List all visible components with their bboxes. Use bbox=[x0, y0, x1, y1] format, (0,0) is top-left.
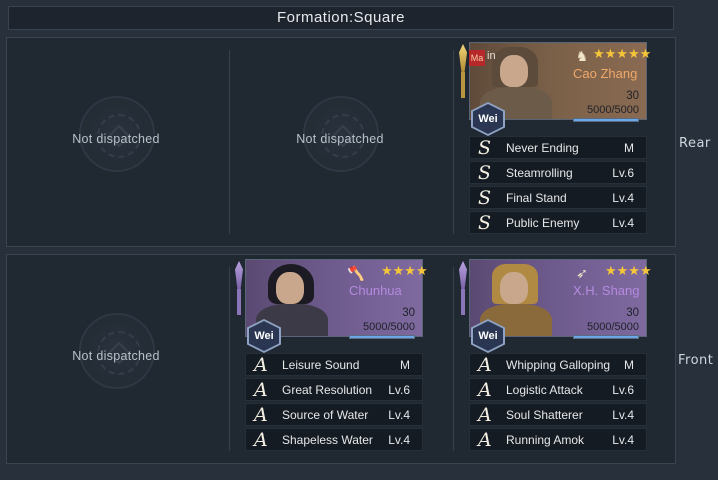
slot-divider bbox=[229, 267, 230, 451]
front-row-panel: Not dispatched 🪓 ★★★★ Chunhua 30 5000/50… bbox=[6, 254, 676, 464]
faction-label: Wei bbox=[473, 321, 503, 351]
formation-title: Formation:Square bbox=[8, 6, 674, 30]
star-rating: ★★★★ bbox=[605, 263, 652, 278]
faction-label: Wei bbox=[473, 104, 503, 134]
archer-icon: ➶ bbox=[576, 265, 588, 281]
slot-divider bbox=[453, 267, 454, 451]
skill-name: Leisure Sound bbox=[282, 358, 360, 372]
empty-slot-text: Not dispatched bbox=[296, 132, 384, 146]
skill-level: M bbox=[400, 358, 410, 372]
skill-level: M bbox=[624, 358, 634, 372]
skill-row[interactable]: S Final Stand Lv.4 bbox=[469, 186, 647, 209]
skill-grade: A bbox=[478, 379, 492, 401]
main-general-tag-text: in bbox=[487, 50, 496, 62]
skill-grade: S bbox=[478, 162, 492, 184]
skill-list: A Whipping Galloping M A Logistic Attack Lv.… bbox=[469, 353, 647, 453]
general-name: Chunhua bbox=[349, 283, 402, 298]
skill-level: Lv.6 bbox=[612, 383, 634, 397]
skill-name: Source of Water bbox=[282, 408, 369, 422]
skill-name: Public Enemy bbox=[506, 216, 580, 230]
skill-row[interactable]: A Running Amok Lv.4 bbox=[469, 428, 647, 451]
skill-row[interactable]: A Shapeless Water Lv.4 bbox=[245, 428, 423, 451]
skill-grade: A bbox=[254, 379, 268, 401]
row-label-front: Front bbox=[678, 353, 714, 368]
skill-name: Running Amok bbox=[506, 433, 585, 447]
general-level: 30 bbox=[626, 307, 639, 319]
skill-grade: A bbox=[254, 354, 268, 376]
skill-level: M bbox=[624, 141, 634, 155]
skill-row[interactable]: S Steamrolling Lv.6 bbox=[469, 161, 647, 184]
general-card-cao-zhang[interactable]: Ma in ♞ ★★★★★ Cao Zhang 30 5000/5000 Wei… bbox=[455, 42, 651, 252]
skill-row[interactable]: A Leisure Sound M bbox=[245, 353, 423, 376]
slot-divider bbox=[229, 50, 230, 234]
general-level: 30 bbox=[626, 90, 639, 102]
skill-level: Lv.4 bbox=[388, 408, 410, 422]
general-name: Cao Zhang bbox=[573, 66, 638, 81]
skill-row[interactable]: A Whipping Galloping M bbox=[469, 353, 647, 376]
skill-name: Shapeless Water bbox=[282, 433, 373, 447]
general-troops: 5000/5000 bbox=[587, 321, 639, 333]
star-rating: ★★★★★ bbox=[593, 46, 652, 61]
general-card-xh-shang[interactable]: ➶ ★★★★ X.H. Shang 30 5000/5000 Wei A Whip… bbox=[455, 259, 652, 469]
skill-grade: S bbox=[478, 137, 492, 159]
skill-name: Logistic Attack bbox=[506, 383, 583, 397]
skill-level: Lv.4 bbox=[612, 408, 634, 422]
skill-row[interactable]: A Source of Water Lv.4 bbox=[245, 403, 423, 426]
skill-grade: A bbox=[254, 404, 268, 426]
star-rating: ★★★★ bbox=[381, 263, 428, 278]
skill-row[interactable]: A Great Resolution Lv.6 bbox=[245, 378, 423, 401]
skill-name: Never Ending bbox=[506, 141, 579, 155]
skill-grade: A bbox=[478, 354, 492, 376]
general-card-chunhua[interactable]: 🪓 ★★★★ Chunhua 30 5000/5000 Wei A Leisure… bbox=[231, 259, 428, 469]
slot-divider bbox=[453, 50, 454, 234]
skill-grade: A bbox=[478, 404, 492, 426]
faction-label: Wei bbox=[249, 321, 279, 351]
cavalry-icon: ♞ bbox=[575, 48, 589, 64]
general-name: X.H. Shang bbox=[573, 283, 640, 298]
axe-icon: 🪓 bbox=[347, 265, 365, 281]
skill-row[interactable]: S Never Ending M bbox=[469, 136, 647, 159]
skill-level: Lv.4 bbox=[612, 433, 634, 447]
skill-row[interactable]: S Public Enemy Lv.4 bbox=[469, 211, 647, 234]
skill-name: Steamrolling bbox=[506, 166, 573, 180]
troop-bar bbox=[573, 118, 639, 122]
skill-grade: S bbox=[478, 187, 492, 209]
skill-grade: S bbox=[478, 212, 492, 234]
empty-slot-rear-left[interactable]: Not dispatched bbox=[9, 42, 223, 242]
skill-name: Great Resolution bbox=[282, 383, 373, 397]
main-general-tag: Ma bbox=[469, 50, 485, 66]
skill-level: Lv.6 bbox=[388, 383, 410, 397]
skill-grade: A bbox=[254, 429, 268, 451]
troop-bar bbox=[349, 335, 415, 339]
skill-level: Lv.4 bbox=[612, 191, 634, 205]
skill-grade: A bbox=[478, 429, 492, 451]
skill-row[interactable]: A Soul Shatterer Lv.4 bbox=[469, 403, 647, 426]
skill-row[interactable]: A Logistic Attack Lv.6 bbox=[469, 378, 647, 401]
skill-level: Lv.6 bbox=[612, 166, 634, 180]
skill-level: Lv.4 bbox=[388, 433, 410, 447]
skill-name: Soul Shatterer bbox=[506, 408, 583, 422]
empty-slot-text: Not dispatched bbox=[72, 132, 160, 146]
general-level: 30 bbox=[402, 307, 415, 319]
row-label-rear: Rear bbox=[679, 136, 711, 151]
empty-slot-front-left[interactable]: Not dispatched bbox=[9, 259, 223, 459]
skill-level: Lv.4 bbox=[612, 216, 634, 230]
empty-slot-rear-middle[interactable]: Not dispatched bbox=[233, 42, 447, 242]
troop-bar bbox=[573, 335, 639, 339]
skill-name: Final Stand bbox=[506, 191, 567, 205]
rear-row-panel: Not dispatched Not dispatched Ma in ♞ ★★… bbox=[6, 37, 676, 247]
general-troops: 5000/5000 bbox=[363, 321, 415, 333]
skill-list: S Never Ending M S Steamrolling Lv.6 S Final … bbox=[469, 136, 647, 236]
skill-list: A Leisure Sound M A Great Resolution Lv.6 AS… bbox=[245, 353, 423, 453]
skill-name: Whipping Galloping bbox=[506, 358, 611, 372]
general-troops: 5000/5000 bbox=[587, 104, 639, 116]
empty-slot-text: Not dispatched bbox=[72, 349, 160, 363]
